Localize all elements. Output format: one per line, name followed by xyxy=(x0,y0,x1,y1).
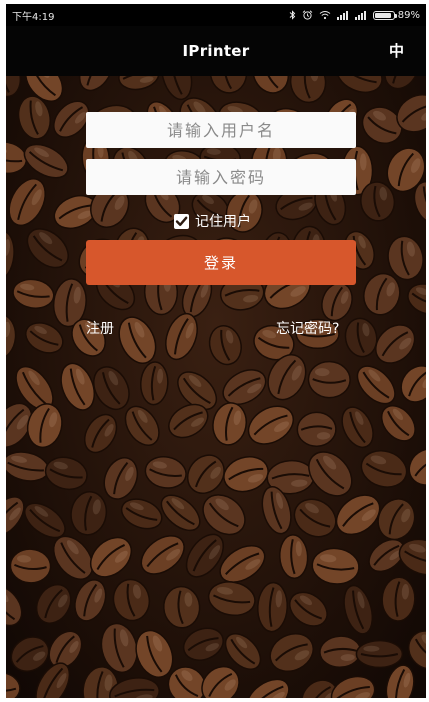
battery-icon xyxy=(372,10,397,20)
signal-icon xyxy=(336,11,348,20)
wifi-icon xyxy=(319,11,331,20)
bluetooth-icon xyxy=(289,10,295,20)
battery-fill xyxy=(374,12,391,18)
remember-user-label: 记住用户 xyxy=(195,214,251,230)
app-bar: IPrinter 中 xyxy=(6,26,426,76)
phone-screen: 下午4:19 89% IPrinter 中 请输入用户名 记住用户 登录 注册 … xyxy=(6,4,426,698)
username-input[interactable] xyxy=(86,112,356,148)
register-link[interactable]: 注册 xyxy=(86,318,114,338)
language-toggle-button[interactable]: 中 xyxy=(389,26,404,76)
battery: 89% xyxy=(372,9,420,21)
signal-icon-secondary xyxy=(354,11,366,20)
battery-percent: 89% xyxy=(397,9,420,21)
alarm-icon xyxy=(302,10,313,20)
password-input[interactable] xyxy=(86,159,356,195)
status-icons: 89% xyxy=(289,10,420,21)
checkbox-checked-icon xyxy=(174,213,189,229)
remember-user-checkbox[interactable]: 记住用户 xyxy=(174,211,251,231)
status-time: 下午4:19 xyxy=(12,11,55,23)
app-title: IPrinter xyxy=(182,42,250,60)
status-bar: 下午4:19 89% xyxy=(6,4,426,26)
forgot-password-link[interactable]: 忘记密码? xyxy=(276,318,339,338)
login-button[interactable]: 登录 xyxy=(86,240,356,285)
